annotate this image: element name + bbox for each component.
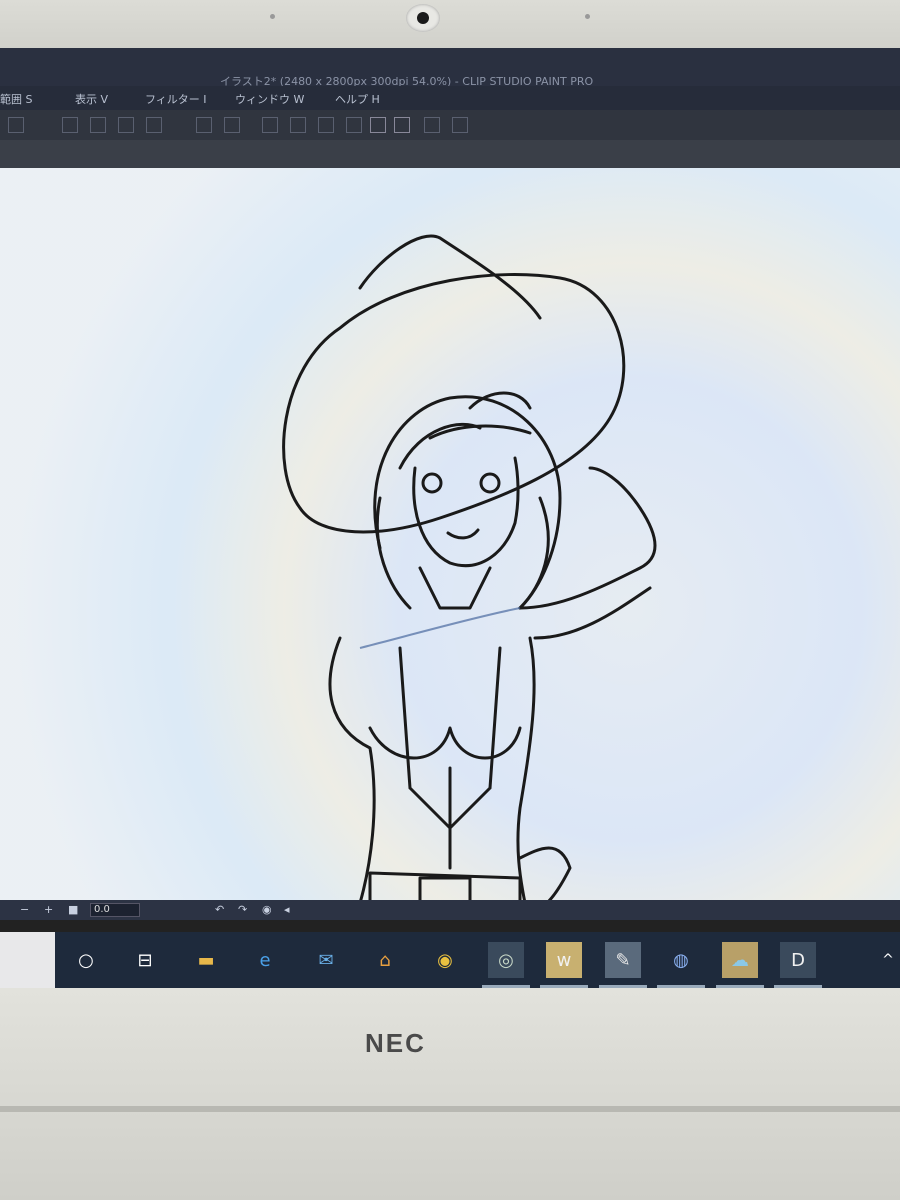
hat-crown — [358, 234, 542, 320]
torso-left — [328, 636, 376, 903]
torso-right — [516, 636, 536, 903]
tool-icon[interactable] — [224, 117, 240, 133]
tool-icon[interactable] — [196, 117, 212, 133]
tool-icon[interactable] — [62, 117, 78, 133]
menu-view[interactable]: 表示 V — [75, 91, 108, 107]
laptop-hinge — [0, 1106, 900, 1112]
left-eye — [421, 472, 443, 494]
tool-icon[interactable] — [346, 117, 362, 133]
collar — [418, 566, 492, 610]
status-bar: − + ■ 0.0 ↶ ↷ ◉ ◂ — [0, 900, 900, 920]
tool-property-bar — [0, 140, 900, 168]
brand-logo: NEC — [365, 1028, 426, 1058]
mouth — [446, 528, 480, 540]
cortana-icon[interactable]: ○ — [68, 942, 104, 978]
clip-studio-paint-icon[interactable]: ✎ — [599, 942, 647, 988]
file-explorer-icon[interactable]: ▬ — [188, 942, 224, 978]
tool-icon[interactable] — [318, 117, 334, 133]
zoom-in-button[interactable]: + — [44, 903, 53, 916]
raised-arm — [518, 466, 657, 640]
stop-icon[interactable]: ■ — [68, 903, 78, 916]
tool-icon[interactable] — [8, 117, 24, 133]
tray-chevron-icon[interactable]: ^ — [870, 942, 900, 978]
app-w-icon[interactable]: w — [540, 942, 588, 988]
zoom-value-field[interactable]: 0.0 — [90, 903, 140, 917]
laptop-bottom-bezel: NEC — [0, 988, 900, 1200]
sword-hilt — [518, 846, 572, 903]
menu-bar: 範囲 S 表示 V フィルター I ウィンドウ W ヘルプ H — [0, 86, 900, 110]
app-d-icon[interactable]: D — [774, 942, 822, 988]
cloud-icon[interactable]: ☁ — [716, 942, 764, 988]
tool-icon[interactable] — [424, 117, 440, 133]
rotate-left-icon[interactable]: ↶ — [215, 903, 224, 916]
store-icon[interactable]: ⌂ — [367, 942, 403, 978]
menu-window[interactable]: ウィンドウ W — [235, 91, 304, 107]
tool-icon[interactable] — [452, 117, 468, 133]
line-art-drawing — [282, 234, 657, 903]
rotate-right-icon[interactable]: ↷ — [238, 903, 247, 916]
tool-icon[interactable] — [146, 117, 162, 133]
drawing-canvas[interactable] — [0, 168, 900, 903]
menu-select[interactable]: 範囲 S — [0, 91, 32, 107]
flip-icon[interactable]: ◂ — [284, 903, 290, 916]
windows-taskbar: ○ ⊟ ▬ e ✉ ⌂ ◉ ◎ w ✎ ◍ ☁ D ^ — [0, 932, 900, 988]
camera-indicator — [270, 14, 275, 19]
edge-icon[interactable]: e — [247, 942, 283, 978]
webcam — [406, 4, 440, 32]
menu-help[interactable]: ヘルプ H — [335, 91, 380, 107]
tool-icon[interactable] — [394, 117, 410, 133]
chest — [368, 726, 522, 760]
tool-icon[interactable] — [118, 117, 134, 133]
tool-icon[interactable] — [370, 117, 386, 133]
search-box[interactable] — [0, 932, 55, 988]
camera-indicator — [585, 14, 590, 19]
right-eye — [479, 472, 501, 494]
chrome-icon[interactable]: ◉ — [427, 942, 463, 978]
tool-icon[interactable] — [262, 117, 278, 133]
hat-brim — [282, 273, 626, 534]
task-view-icon[interactable]: ⊟ — [127, 942, 163, 978]
menu-filter[interactable]: フィルター I — [145, 91, 207, 107]
command-bar — [0, 110, 900, 140]
tool-icon[interactable] — [90, 117, 106, 133]
zoom-out-button[interactable]: − — [20, 903, 29, 916]
screen: イラスト2* (2480 x 2800px 300dpi 54.0%) - CL… — [0, 48, 900, 988]
mail-icon[interactable]: ✉ — [308, 942, 344, 978]
window-titlebar: イラスト2* (2480 x 2800px 300dpi 54.0%) - CL… — [0, 48, 900, 88]
app-circle-icon[interactable]: ◍ — [657, 942, 705, 988]
clip-studio-icon[interactable]: ◎ — [482, 942, 530, 988]
tool-icon[interactable] — [290, 117, 306, 133]
reset-icon[interactable]: ◉ — [262, 903, 272, 916]
laptop-top-bezel — [0, 0, 900, 52]
